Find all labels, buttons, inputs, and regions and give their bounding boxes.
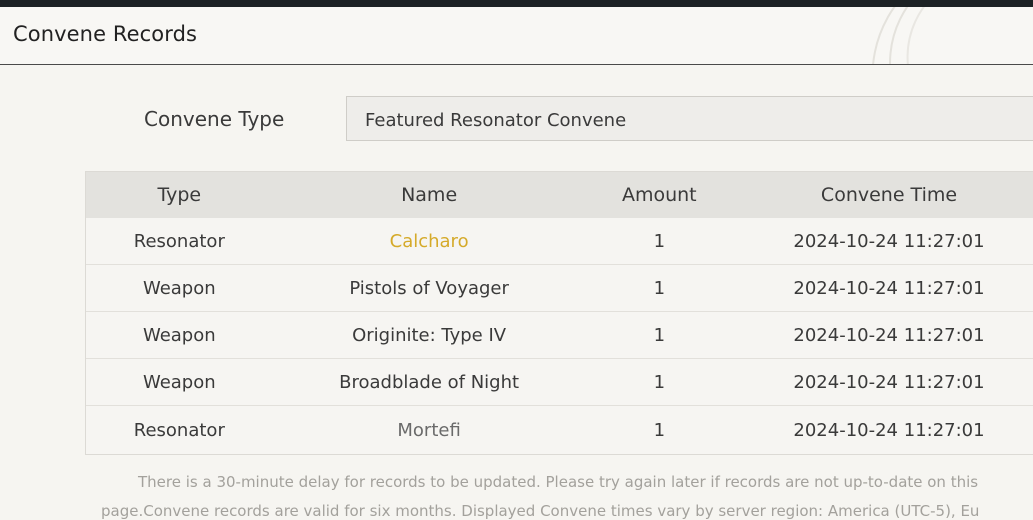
cell-time: 2024-10-24 11:27:01 (793, 419, 985, 441)
cell-time: 2024-10-24 11:27:01 (793, 371, 985, 393)
decorative-arcs-icon (872, 7, 925, 64)
cell-name: Calcharo (389, 230, 469, 252)
cell-time: 2024-10-24 11:27:01 (793, 230, 985, 252)
cell-time: 2024-10-24 11:27:01 (793, 324, 985, 346)
table-row: Weapon Originite: Type IV 1 2024-10-24 1… (86, 312, 1033, 359)
page-header: Convene Records (0, 7, 1033, 65)
table-row: Weapon Broadblade of Night 1 2024-10-24 … (86, 359, 1033, 406)
cell-amount: 1 (653, 277, 666, 299)
cell-type: Weapon (142, 324, 216, 346)
cell-time: 2024-10-24 11:27:01 (793, 277, 985, 299)
cell-amount: 1 (653, 371, 666, 393)
column-header-type: Type (157, 184, 202, 206)
table-row: Resonator Calcharo 1 2024-10-24 11:27:01 (86, 218, 1033, 265)
column-header-amount: Amount (621, 184, 697, 206)
cell-type: Weapon (142, 371, 216, 393)
cell-type: Weapon (142, 277, 216, 299)
top-strip (0, 0, 1033, 7)
table-header-row: Type Name Amount Convene Time (86, 172, 1033, 218)
cell-name: Pistols of Voyager (349, 277, 509, 299)
cell-type: Resonator (133, 419, 225, 441)
cell-amount: 1 (653, 324, 666, 346)
column-header-name: Name (401, 184, 458, 206)
convene-type-label: Convene Type (144, 107, 285, 131)
convene-type-select[interactable]: Featured Resonator Convene (346, 96, 1033, 141)
cell-amount: 1 (653, 419, 666, 441)
convene-type-selected-value: Featured Resonator Convene (365, 110, 627, 131)
validity-note: page.Convene records are valid for six m… (101, 502, 980, 520)
update-delay-note: There is a 30-minute delay for records t… (138, 473, 979, 491)
cell-amount: 1 (653, 230, 666, 252)
cell-name: Mortefi (397, 419, 461, 441)
column-header-convene-time: Convene Time (820, 184, 958, 206)
table-row: Weapon Pistols of Voyager 1 2024-10-24 1… (86, 265, 1033, 312)
table-row: Resonator Mortefi 1 2024-10-24 11:27:01 (86, 406, 1033, 454)
page-title: Convene Records (13, 22, 198, 46)
convene-records-table: Type Name Amount Convene Time Resonator … (85, 171, 1033, 455)
cell-name: Broadblade of Night (339, 371, 520, 393)
cell-type: Resonator (133, 230, 225, 252)
cell-name: Originite: Type IV (352, 324, 507, 346)
